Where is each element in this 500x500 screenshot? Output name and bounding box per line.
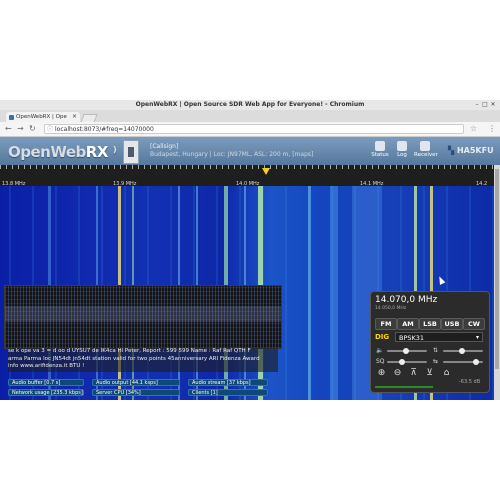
digital-mode-waterfall bbox=[4, 285, 282, 349]
sub-frequency-display: 14.050,0 MHz bbox=[375, 306, 407, 311]
maximize-icon[interactable]: □ bbox=[482, 102, 488, 108]
openwebrx-header: OpenWebRX ⁾ [Callsign] Budapest, Hungary… bbox=[0, 137, 500, 165]
receiver-panel: 14.070,0 MHz 14.050,0 MHz FM AM LSB USB … bbox=[370, 291, 490, 393]
frequency-scale[interactable]: 13.8 MHz 13.9 MHz 14.0 MHz 14.1 MHz 14.2… bbox=[0, 165, 494, 193]
receiver-avatar bbox=[123, 140, 139, 164]
tab-label: OpenWebRX | Ope bbox=[16, 114, 67, 120]
mode-am-button[interactable]: AM bbox=[397, 318, 419, 330]
reload-icon[interactable]: ↻ bbox=[29, 124, 36, 134]
mode-lsb-button[interactable]: LSB bbox=[419, 318, 441, 330]
favicon-icon bbox=[9, 115, 14, 120]
clients-status: Clients [1] bbox=[188, 389, 268, 396]
slider-knob[interactable] bbox=[473, 359, 479, 365]
slider-knob[interactable] bbox=[459, 348, 465, 354]
squelch-slider[interactable] bbox=[443, 348, 483, 354]
bookmark-star-icon[interactable]: ☆ bbox=[470, 124, 477, 134]
zoom-in-icon[interactable]: ⊕ bbox=[376, 368, 387, 379]
url-text: localhost:8073/#freq=14070000 bbox=[55, 126, 154, 133]
cpu-status: Server CPU [34%] bbox=[92, 389, 180, 396]
scrollbar-thumb[interactable] bbox=[495, 169, 499, 369]
waterfall-level-icon: ⇆ bbox=[433, 358, 439, 365]
log-icon bbox=[397, 141, 407, 151]
volume-slider[interactable] bbox=[387, 348, 427, 354]
tuning-marker-icon[interactable] bbox=[262, 168, 270, 175]
page-scrollbar[interactable] bbox=[494, 165, 500, 400]
close-icon[interactable]: ✕ bbox=[490, 102, 496, 108]
tab-strip: OpenWebRX | Ope × bbox=[0, 110, 500, 123]
signal-meter bbox=[375, 386, 433, 388]
tab-close-icon[interactable]: × bbox=[72, 112, 77, 122]
window-title: OpenWebRX | Open Source SDR Web App for … bbox=[135, 101, 365, 108]
log-button[interactable]: Log bbox=[391, 141, 413, 158]
forward-icon[interactable]: → bbox=[17, 124, 24, 134]
waterfall-level-slider[interactable] bbox=[443, 359, 483, 365]
page-info-icon[interactable]: ⓘ bbox=[47, 125, 53, 135]
mode-fm-button[interactable]: FM bbox=[375, 318, 397, 330]
audio-buffer-status: Audio buffer [0.7 s] bbox=[8, 379, 84, 386]
audio-stream-status: Audio stream [37 kbps] bbox=[188, 379, 268, 386]
auto-adjust-icon[interactable]: ⌂ bbox=[441, 368, 452, 379]
minimize-icon[interactable]: – bbox=[474, 102, 480, 108]
receiver-callsign: [Callsign] bbox=[150, 143, 179, 150]
squelch-icon: ⇅ bbox=[433, 347, 439, 354]
slider-knob[interactable] bbox=[399, 359, 405, 365]
browser-menu-icon[interactable]: ⋮ bbox=[488, 124, 496, 134]
decoded-line: arma Parma loc JN54dt jn54dt station val… bbox=[8, 355, 260, 362]
signal-trace bbox=[308, 186, 311, 400]
receiver-icon bbox=[420, 141, 430, 151]
decoded-text-panel: se k ope va 3 = d oo d UYSU7 de IK4ca Hi… bbox=[8, 348, 278, 372]
signal-trace bbox=[330, 186, 338, 400]
status-button[interactable]: Status bbox=[369, 141, 391, 158]
mode-cw-button[interactable]: CW bbox=[463, 318, 485, 330]
volume-icon: 🔈 bbox=[376, 347, 384, 354]
scale-ticks bbox=[0, 165, 494, 169]
nr-slider[interactable] bbox=[387, 359, 427, 365]
digital-mode-select[interactable]: BPSK31 ▾ bbox=[395, 332, 483, 342]
slider-knob[interactable] bbox=[403, 348, 409, 354]
db-readout: -63.5 dB bbox=[459, 379, 481, 385]
receiver-location: Budapest, Hungary | Loc: JN97ML, ASL: 20… bbox=[150, 151, 314, 158]
address-bar: ← → ↻ ⓘ localhost:8073/#freq=14070000 ☆ … bbox=[0, 122, 500, 137]
url-input[interactable]: ⓘ localhost:8073/#freq=14070000 bbox=[44, 124, 464, 134]
mode-usb-button[interactable]: USB bbox=[441, 318, 463, 330]
brand-logo: ▚ HA5KFU bbox=[448, 146, 494, 155]
status-icon bbox=[375, 141, 385, 151]
decoded-line: info www.arifidenza.it BTU ! bbox=[8, 363, 85, 369]
zoom-full-icon[interactable]: ⊻ bbox=[424, 368, 435, 379]
nr-icon: SQ bbox=[376, 358, 385, 365]
network-status: Network usage [235.3 kbps] bbox=[8, 389, 84, 396]
dig-label[interactable]: DIG bbox=[375, 333, 389, 341]
digital-band bbox=[5, 306, 281, 322]
zoom-out-icon[interactable]: ⊖ bbox=[392, 368, 403, 379]
openwebrx-logo: OpenWebRX ⁾ bbox=[8, 143, 117, 161]
back-icon[interactable]: ← bbox=[5, 124, 12, 134]
browser-window: OpenWebRX | Open Source SDR Web App for … bbox=[0, 100, 500, 400]
browser-tab[interactable]: OpenWebRX | Ope × bbox=[6, 112, 80, 122]
chevron-down-icon: ▾ bbox=[475, 334, 479, 341]
receiver-button[interactable]: Receiver bbox=[414, 141, 438, 158]
audio-output-status: Audio output [44.1 ksps] bbox=[92, 379, 180, 386]
decoded-line: se k ope va 3 = d oo d UYSU7 de IK4ca Hi… bbox=[8, 348, 251, 354]
zoom-to-marker-icon[interactable]: ⊼ bbox=[408, 368, 419, 379]
frequency-display[interactable]: 14.070,0 MHz bbox=[375, 295, 437, 305]
